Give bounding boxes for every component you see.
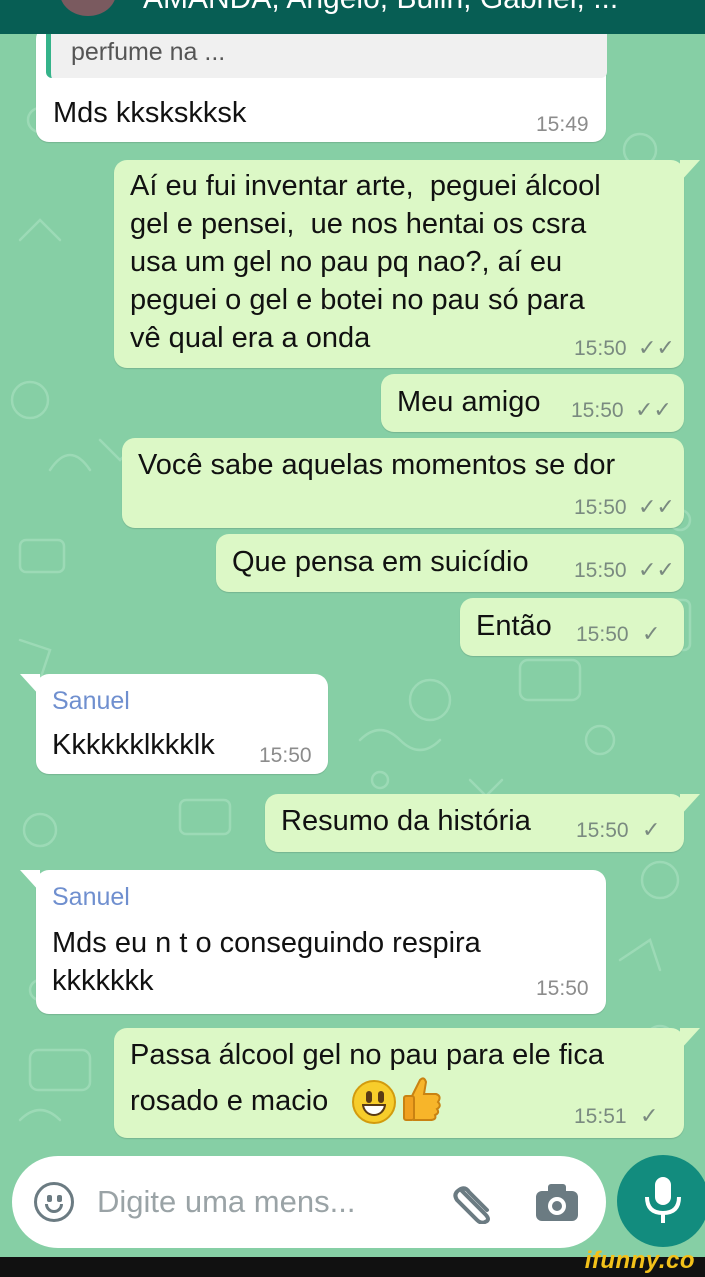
message-time: 15:50	[574, 337, 627, 360]
message-time: 15:50	[536, 977, 589, 1000]
check-icon: ✓	[640, 1103, 659, 1128]
message-bubble-outgoing[interactable]: Aí eu fui inventar arte, peguei álcool g…	[114, 160, 700, 368]
message-bubble-incoming[interactable]: perfume na ... Mds kkskskksk 15:49	[36, 26, 607, 142]
chat-header[interactable]: AMANDA, Angelo, Bulin, Gabriel, ...	[0, 0, 705, 34]
check-icon: ✓	[642, 621, 661, 646]
message-line: rosado e macio	[130, 1085, 329, 1117]
message-line: gel e pensei, ue nos hentai os csra	[130, 208, 587, 240]
message-time: 15:49	[536, 113, 589, 136]
check-icon: ✓	[642, 817, 661, 842]
message-text: Você sabe aquelas momentos se dor	[138, 449, 616, 481]
message-time: 15:51	[574, 1105, 627, 1128]
message-line: kkkkkkk	[52, 965, 154, 997]
microphone-icon	[645, 1177, 681, 1223]
bubble-tail	[680, 794, 700, 816]
camera-icon[interactable]	[534, 1181, 580, 1223]
message-text: Meu amigo	[397, 386, 541, 418]
message-text: Então	[476, 610, 552, 642]
message-line: vê qual era a onda	[130, 322, 371, 354]
message-time: 15:50	[574, 496, 627, 519]
message-bubble-outgoing[interactable]: Meu amigo 15:50 ✓✓	[381, 374, 684, 432]
sender-name[interactable]: Sanuel	[52, 883, 130, 912]
message-text: Mds kkskskksk	[53, 97, 247, 129]
message-text: Kkkkkklkkklk	[52, 729, 215, 761]
quoted-message-text: perfume na ...	[71, 38, 226, 66]
message-bubble-incoming[interactable]: Sanuel Mds eu n t o conseguindo respira …	[20, 870, 606, 1014]
watermark: ifunny.co	[584, 1247, 695, 1274]
bubble-tail	[20, 674, 40, 696]
message-line: peguei o gel e botei no pau só para	[130, 284, 585, 316]
message-time: 15:50	[576, 623, 629, 646]
double-check-icon: ✓✓	[638, 557, 675, 582]
message-input[interactable]: Digite uma mens...	[97, 1184, 355, 1220]
thumbs-up-emoji	[402, 1076, 442, 1130]
message-line: Aí eu fui inventar arte, peguei álcool	[130, 170, 601, 202]
double-check-icon: ✓✓	[638, 494, 675, 519]
message-bubble-outgoing[interactable]: Resumo da história 15:50 ✓	[265, 794, 700, 852]
message-bubble-outgoing[interactable]: Então 15:50 ✓	[460, 598, 684, 656]
bubble-tail	[680, 160, 700, 182]
message-text: Que pensa em suicídio	[232, 546, 529, 578]
message-line: Mds eu n t o conseguindo respira	[52, 927, 481, 959]
message-time: 15:50	[576, 819, 629, 842]
message-composer[interactable]: Digite uma mens...	[12, 1156, 606, 1248]
double-check-icon: ✓✓	[638, 335, 675, 360]
bubble-tail	[680, 1028, 700, 1050]
grinning-face-emoji	[352, 1080, 396, 1124]
bubble-tail	[20, 870, 40, 892]
message-text: Resumo da história	[281, 805, 531, 837]
message-time: 15:50	[571, 399, 624, 422]
message-time: 15:50	[259, 744, 312, 767]
group-avatar[interactable]	[60, 0, 116, 16]
message-line: Passa álcool gel no pau para ele fica	[130, 1039, 604, 1071]
message-bubble-outgoing[interactable]: Você sabe aquelas momentos se dor 15:50 …	[122, 438, 684, 528]
message-bubble-outgoing[interactable]: Passa álcool gel no pau para ele fica ro…	[114, 1028, 700, 1138]
attach-icon[interactable]	[447, 1178, 503, 1224]
message-time: 15:50	[574, 559, 627, 582]
sender-name[interactable]: Sanuel	[52, 687, 130, 716]
message-bubble-incoming[interactable]: Sanuel Kkkkkklkkklk 15:50	[20, 674, 328, 774]
message-line: usa um gel no pau pq nao?, aí eu	[130, 246, 563, 278]
message-bubble-outgoing[interactable]: Que pensa em suicídio 15:50 ✓✓	[216, 534, 684, 592]
emoji-picker-icon[interactable]	[34, 1182, 74, 1222]
group-members-label: AMANDA, Angelo, Bulin, Gabriel, ...	[143, 0, 618, 16]
double-check-icon: ✓✓	[635, 397, 672, 422]
voice-record-button[interactable]	[617, 1155, 705, 1247]
